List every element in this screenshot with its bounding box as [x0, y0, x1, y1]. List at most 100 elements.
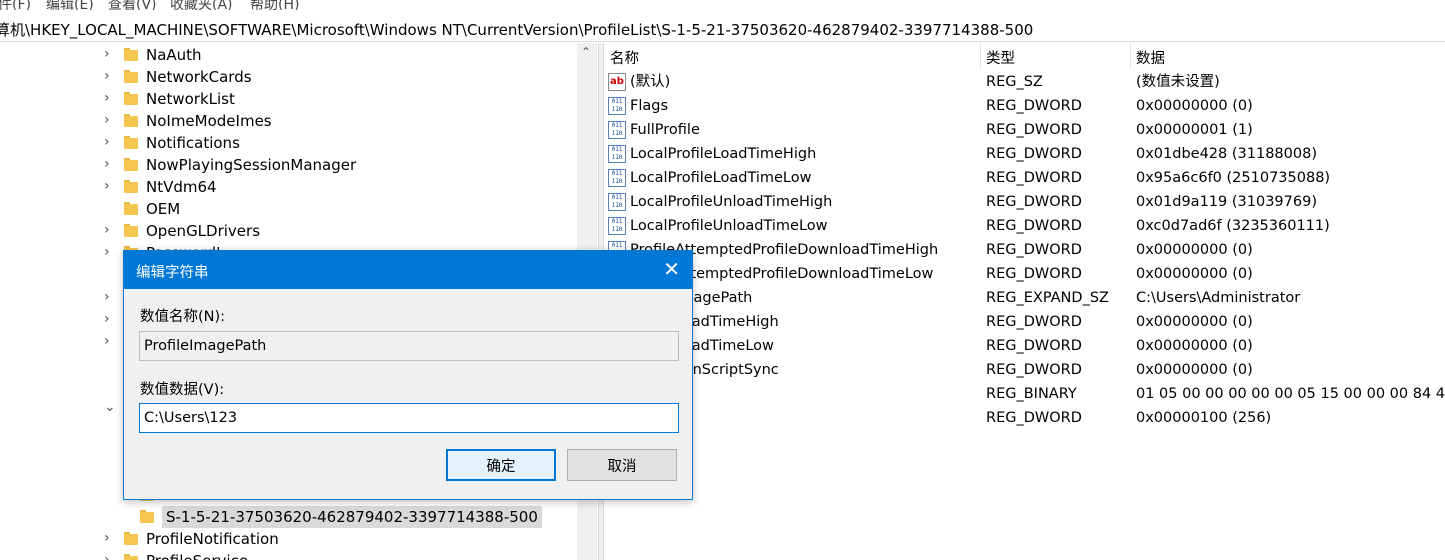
tree-item[interactable]: › NoImeModeImes — [0, 110, 580, 132]
tree-item[interactable]: › NetworkList — [0, 88, 580, 110]
tree-item-selected[interactable]: S-1-5-21-37503620-462879402-3397714388-5… — [0, 506, 580, 528]
chevron-right-icon[interactable]: › — [104, 553, 118, 560]
chevron-right-icon[interactable]: › — [104, 135, 118, 149]
address-path[interactable]: 算机\HKEY_LOCAL_MACHINE\SOFTWARE\Microsoft… — [0, 21, 1033, 39]
list-row[interactable]: 011110ProfileAttemptedProfileDownloadTim… — [604, 238, 1445, 262]
tree-item[interactable]: › ProfileNotification — [0, 528, 580, 550]
value-name: (默认) — [630, 74, 671, 90]
value-data: 0x00000000 (0) — [1136, 314, 1253, 330]
list-row[interactable]: 011 110 FullProfile REG_DWORD 0x00000001 (1) — [604, 118, 1445, 142]
tree-item-label[interactable]: NowPlayingSessionManager — [146, 154, 356, 176]
value-data: 0x00000100 (256) — [1136, 410, 1272, 426]
folder-icon — [124, 114, 138, 127]
tree-item-label[interactable]: NaAuth — [146, 44, 202, 66]
value-type: REG_DWORD — [986, 146, 1082, 162]
binary-value-icon: 011110 — [608, 217, 626, 235]
value-type: REG_DWORD — [986, 194, 1082, 210]
list-row[interactable]: 011110SidREG_BINARY01 05 00 00 00 00 00 … — [604, 382, 1445, 406]
tree-item-label[interactable]: NtVdm64 — [146, 176, 217, 198]
chevron-right-icon[interactable]: › — [104, 245, 118, 259]
ok-button[interactable]: 确定 — [446, 449, 556, 481]
tree-item-label[interactable]: NetworkCards — [146, 66, 252, 88]
chevron-right-icon[interactable]: › — [104, 113, 118, 127]
value-data: 01 05 00 00 00 00 00 05 15 00 00 00 84 4… — [1136, 386, 1445, 402]
value-type: REG_DWORD — [986, 218, 1082, 234]
column-divider[interactable] — [980, 43, 981, 69]
value-type: REG_DWORD — [986, 98, 1082, 114]
tree-item-label[interactable]: ProfileNotification — [146, 528, 279, 550]
column-header-data[interactable]: 数据 — [1136, 47, 1165, 68]
dialog-titlebar[interactable]: 编辑字符串 ✕ — [124, 251, 692, 289]
list-row[interactable]: 011110StateREG_DWORD0x00000100 (256) — [604, 406, 1445, 430]
value-data: 0x95a6c6f0 (2510735088) — [1136, 170, 1331, 186]
tree-item[interactable]: › Notifications — [0, 132, 580, 154]
tree-item-label[interactable]: ProfileService — [146, 550, 248, 560]
value-name: FullProfile — [630, 122, 700, 138]
value-data: 0x01d9a119 (31039769) — [1136, 194, 1317, 210]
tree-item[interactable]: › NaAuth — [0, 44, 580, 66]
tree-item-label[interactable]: NoImeModeImes — [146, 110, 272, 132]
chevron-right-icon[interactable]: › — [104, 157, 118, 171]
value-name-field[interactable] — [139, 331, 679, 361]
list-row[interactable]: 011110ProfileLoadTimeLowREG_DWORD0x00000… — [604, 334, 1445, 358]
value-data: 0x00000000 (0) — [1136, 338, 1253, 354]
list-row[interactable]: ab (默认) REG_SZ (数值未设置) — [604, 70, 1445, 94]
value-data: (数值未设置) — [1136, 74, 1220, 90]
cancel-button[interactable]: 取消 — [567, 449, 677, 481]
tree-item-label[interactable]: NetworkList — [146, 88, 235, 110]
list-row[interactable]: abProfileImagePathREG_EXPAND_SZC:\Users\… — [604, 286, 1445, 310]
chevron-right-icon[interactable]: › — [104, 69, 118, 83]
scroll-up-icon[interactable]: ⌃ — [581, 45, 591, 59]
value-data: 0x01dbe428 (31188008) — [1136, 146, 1317, 162]
address-bar[interactable]: 算机\HKEY_LOCAL_MACHINE\SOFTWARE\Microsoft… — [0, 18, 1445, 42]
list-row[interactable]: 011 110 LocalProfileLoadTimeLow REG_DWORD 0x… — [604, 166, 1445, 190]
tree-item-label[interactable]: OpenGLDrivers — [146, 220, 260, 242]
chevron-right-icon[interactable]: › — [104, 290, 118, 304]
menu-help[interactable]: 帮助(H) — [250, 0, 299, 10]
chevron-right-icon[interactable]: › — [104, 334, 118, 348]
list-row[interactable]: 011110RunLogonScriptSyncREG_DWORD0x00000… — [604, 358, 1445, 382]
tree-item-label[interactable]: Notifications — [146, 132, 240, 154]
chevron-right-icon[interactable]: › — [104, 47, 118, 61]
chevron-right-icon[interactable]: › — [104, 91, 118, 105]
column-header-name[interactable]: 名称 — [610, 47, 639, 68]
tree-item[interactable]: › NetworkCards — [0, 66, 580, 88]
menu-file[interactable]: 件(F) — [0, 0, 31, 10]
chevron-right-icon[interactable]: › — [104, 179, 118, 193]
list-row[interactable]: 011110ProfileAttemptedProfileDownloadTim… — [604, 262, 1445, 286]
tree-item[interactable]: › ProfileService — [0, 550, 580, 560]
value-type: REG_SZ — [986, 74, 1043, 90]
chevron-right-icon[interactable]: › — [104, 531, 118, 545]
menu-view[interactable]: 查看(V) — [108, 0, 157, 10]
binary-value-icon: 011110 — [608, 169, 626, 187]
chevron-down-icon[interactable]: ⌄ — [104, 400, 118, 414]
tree-item[interactable]: › NtVdm64 — [0, 176, 580, 198]
list-row[interactable]: 011 110 LocalProfileUnloadTimeLow REG_DWORD… — [604, 214, 1445, 238]
folder-icon — [140, 510, 154, 523]
tree-item[interactable]: › OpenGLDrivers — [0, 220, 580, 242]
list-row[interactable]: 011 110 LocalProfileUnloadTimeHigh REG_DWOR… — [604, 190, 1445, 214]
list-row[interactable]: 011 110 LocalProfileLoadTimeHigh REG_DWORD 0… — [604, 142, 1445, 166]
tree-item[interactable]: › NowPlayingSessionManager — [0, 154, 580, 176]
value-name-label: 数值名称(N): — [140, 309, 226, 325]
value-name: LocalProfileLoadTimeHigh — [630, 146, 817, 162]
value-name: LocalProfileLoadTimeLow — [630, 170, 812, 186]
values-list: 名称 类型 数据 ab (默认) REG_SZ (数值未设置) 011 110 Flags R… — [604, 43, 1445, 560]
list-row[interactable]: 011 110 Flags REG_DWORD 0x00000000 (0) — [604, 94, 1445, 118]
menu-edit[interactable]: 编辑(E) — [46, 0, 94, 10]
list-row[interactable]: 011110ProfileLoadTimeHighREG_DWORD0x0000… — [604, 310, 1445, 334]
column-divider[interactable] — [1130, 43, 1131, 69]
tree-item-label[interactable]: S-1-5-21-37503620-462879402-3397714388-5… — [162, 506, 542, 528]
menu-favorites[interactable]: 收藏夹(A) — [170, 0, 233, 10]
folder-icon — [124, 180, 138, 193]
value-data-field[interactable] — [139, 403, 679, 433]
chevron-right-icon[interactable]: › — [104, 312, 118, 326]
column-header-type[interactable]: 类型 — [986, 47, 1015, 68]
chevron-right-icon[interactable]: › — [104, 223, 118, 237]
tree-item[interactable]: OEM — [0, 198, 580, 220]
edit-string-dialog: 编辑字符串 ✕ 数值名称(N): 数值数据(V): 确定 取消 — [123, 250, 693, 500]
folder-icon — [124, 70, 138, 83]
tree-item-label[interactable]: OEM — [146, 198, 180, 220]
close-icon[interactable]: ✕ — [663, 258, 680, 280]
value-type: REG_DWORD — [986, 362, 1082, 378]
